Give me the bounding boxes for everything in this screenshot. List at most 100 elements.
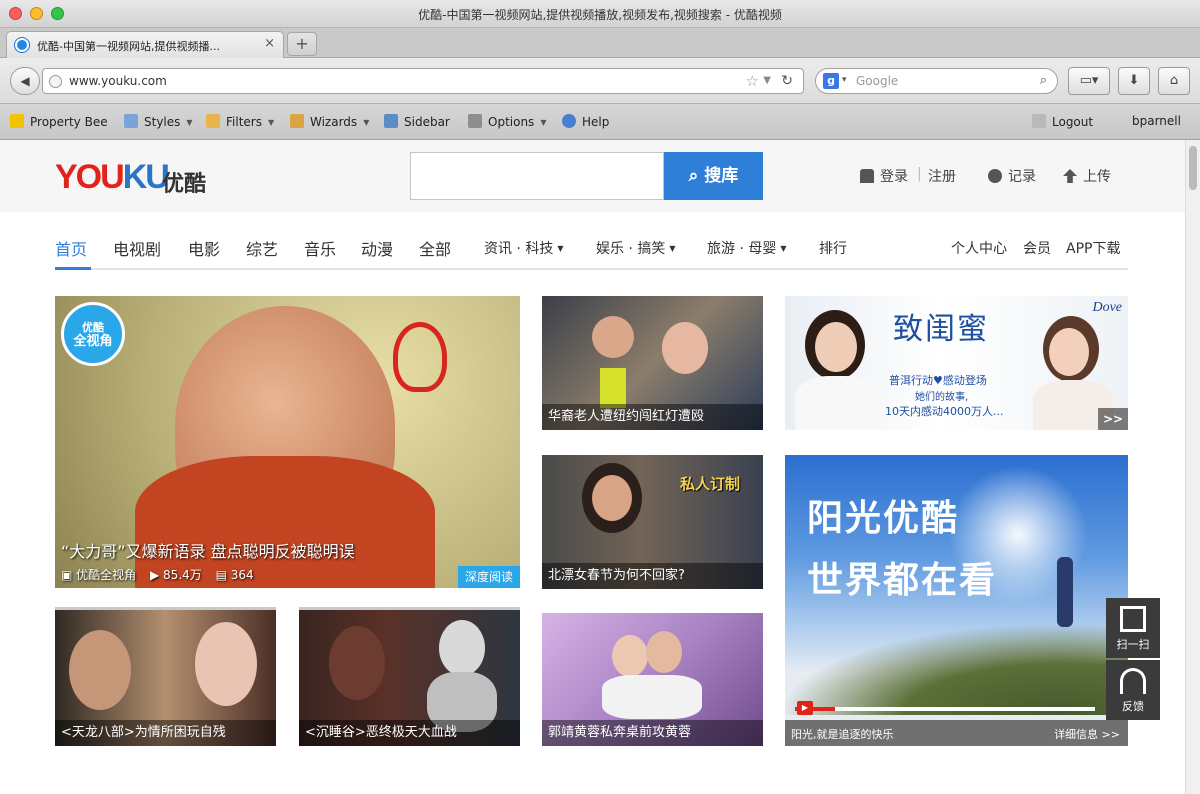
key-icon [1032, 114, 1046, 128]
dove-ad-banner[interactable]: Dove 致闺蜜 普洱行动♥感动登场 她们的故事, 10天内感动4000万人..… [785, 296, 1128, 430]
bookmark-sidebar[interactable]: Sidebar [384, 114, 450, 129]
back-button[interactable]: ◀ [10, 67, 40, 95]
comment-icon: ▤ [215, 568, 231, 582]
feature-title[interactable]: “大力哥”又爆新语录 盘点聪明反被聪明误 [61, 538, 355, 562]
nav-active-indicator [55, 267, 91, 270]
play-icon[interactable]: ▶ [797, 701, 813, 715]
sidebar-icon [384, 114, 398, 128]
search-engine-box[interactable]: g ▾ Google ⌕ [815, 68, 1058, 94]
nav-rank[interactable]: 排行 [819, 238, 847, 258]
history-link[interactable]: 记录 [988, 166, 1036, 186]
video-thumbnail-vest [600, 368, 626, 408]
nav-app-download[interactable]: APP下载 [1066, 238, 1120, 258]
bookmark-star-icon[interactable]: ☆ [746, 72, 759, 90]
options-icon [468, 114, 482, 128]
chevron-down-icon: ▼ [267, 118, 275, 127]
browser-tab[interactable]: 优酷-中国第一视频网站,提供视频播... × [6, 31, 284, 58]
window-titlebar: 优酷-中国第一视频网站,提供视频播放,视频发布,视频搜索 - 优酷视频 [0, 0, 1200, 28]
history-dropdown-icon[interactable]: ▼ [763, 75, 771, 86]
reload-icon[interactable]: ↻ [781, 73, 793, 89]
clock-icon [988, 169, 1002, 183]
nav-home[interactable]: 首页 [55, 236, 87, 260]
deep-read-tag[interactable]: 深度阅读 [458, 566, 520, 588]
video-tile[interactable]: 华裔老人遭纽约闯红灯遭殴 [542, 296, 763, 430]
upload-icon [1063, 169, 1077, 183]
user-name[interactable]: bparnell [1132, 114, 1181, 128]
promo-details-link[interactable]: 详细信息 >> [1054, 726, 1120, 742]
nav-variety[interactable]: 综艺 [246, 236, 278, 260]
youku-logo[interactable]: YOUKU [55, 158, 170, 197]
qr-code-icon [1120, 606, 1146, 632]
hiker-figure [1057, 557, 1073, 627]
address-bar[interactable]: www.youku.com ☆ ▼ ↻ [42, 68, 804, 94]
feature-video-tile[interactable]: 优酷 全视角 “大力哥”又爆新语录 盘点聪明反被聪明误 ▣ 优酷全视角 ▶ 85.… [55, 296, 520, 588]
downloads-button[interactable]: ⬇ [1118, 67, 1150, 95]
site-search-button[interactable]: ⌕ 搜库 [664, 152, 763, 200]
video-title[interactable]: <天龙八部>为情所困玩自残 [55, 720, 276, 746]
site-header: YOUKU 优酷 ⌕ 搜库 登录 | 注册 记录 上传 [0, 140, 1185, 212]
page-scrollbar[interactable] [1185, 140, 1200, 794]
nav-anime[interactable]: 动漫 [361, 236, 393, 260]
scrollbar-thumb[interactable] [1189, 146, 1197, 190]
category-nav: 首页 电视剧 电影 综艺 音乐 动漫 全部 资讯 · 科技 ▼ 娱乐 · 搞笑 ▼ … [0, 212, 1185, 272]
upload-link[interactable]: 上传 [1063, 166, 1111, 186]
login-link[interactable]: 登录 [860, 166, 908, 186]
video-title[interactable]: <沉睡谷>恶终极天大血战 [299, 720, 520, 746]
video-title[interactable]: 郭靖黄蓉私奔桌前攻黄蓉 [542, 720, 763, 746]
tab-close-icon[interactable]: × [264, 36, 275, 51]
video-thumbnail-face [69, 630, 131, 710]
video-tile[interactable]: <沉睡谷>恶终极天大血战 [299, 607, 520, 746]
sunshine-promo-banner[interactable]: 阳光优酷 世界都在看 ▶ 阳光,就是追逐的快乐 详细信息 >> [785, 455, 1128, 746]
logout-link[interactable]: Logout [1032, 114, 1093, 129]
separator: | [917, 166, 922, 182]
video-tile[interactable]: 郭靖黄蓉私奔桌前攻黄蓉 [542, 613, 763, 746]
caret-down-icon: ▼ [780, 244, 787, 253]
bookmark-wizards[interactable]: Wizards ▼ [290, 114, 369, 129]
nav-music[interactable]: 音乐 [304, 236, 336, 260]
promo-line-2: 世界都在看 [807, 560, 998, 601]
bookmark-property-bee[interactable]: Property Bee [10, 114, 108, 129]
ad-model-face [815, 322, 857, 372]
search-placeholder[interactable]: Google [856, 74, 898, 88]
nav-movies[interactable]: 电影 [188, 236, 220, 260]
search-icon[interactable]: ⌕ [1040, 73, 1047, 88]
site-search-input[interactable] [410, 152, 664, 200]
google-g-icon[interactable]: g [823, 73, 839, 89]
progress-track[interactable] [795, 707, 1095, 711]
url-text[interactable]: www.youku.com [69, 74, 167, 88]
wand-icon [290, 114, 304, 128]
bookmark-styles[interactable]: Styles ▼ [124, 114, 193, 129]
nav-news-tech[interactable]: 资讯 · 科技 ▼ [484, 238, 564, 258]
register-link[interactable]: 注册 [928, 166, 956, 186]
home-button[interactable]: ⌂ [1158, 67, 1190, 95]
video-title[interactable]: 北漂女春节为何不回家? [542, 563, 763, 589]
video-thumbnail [592, 316, 634, 358]
nav-all[interactable]: 全部 [419, 236, 451, 260]
nav-travel-baby[interactable]: 旅游 · 母婴 ▼ [707, 238, 787, 258]
new-tab-button[interactable]: + [287, 32, 317, 56]
feedback-widget[interactable]: 反馈 [1106, 660, 1160, 720]
bookmark-filters[interactable]: Filters ▼ [206, 114, 274, 129]
video-title[interactable]: 华裔老人遭纽约闯红灯遭殴 [542, 404, 763, 430]
nav-personal-center[interactable]: 个人中心 [951, 238, 1007, 258]
video-thumbnail-face [612, 635, 648, 677]
globe-icon [49, 75, 62, 88]
styles-icon [124, 114, 138, 128]
qr-scan-widget[interactable]: 扫一扫 [1106, 598, 1160, 658]
nav-vip[interactable]: 会员 [1023, 238, 1051, 258]
lightbulb-icon [393, 322, 447, 392]
bookmark-options[interactable]: Options ▼ [468, 114, 546, 129]
ad-model-body [795, 376, 879, 430]
youku-logo-chinese[interactable]: 优酷 [162, 166, 206, 198]
bookmark-help[interactable]: Help [562, 114, 609, 129]
search-icon: ⌕ [688, 166, 705, 186]
promo-line-1: 阳光优酷 [807, 498, 960, 539]
nav-ent-funny[interactable]: 娱乐 · 搞笑 ▼ [596, 238, 676, 258]
screenshot-menu-button[interactable]: ▭▾ [1068, 67, 1110, 95]
video-tile[interactable]: <天龙八部>为情所困玩自残 [55, 607, 276, 746]
ad-more-button[interactable]: >> [1098, 408, 1128, 430]
video-tile[interactable]: 私人订制 北漂女春节为何不回家? [542, 455, 763, 589]
video-thumbnail-costume [602, 675, 702, 719]
chevron-down-icon[interactable]: ▾ [842, 75, 847, 85]
nav-tv[interactable]: 电视剧 [113, 236, 161, 260]
